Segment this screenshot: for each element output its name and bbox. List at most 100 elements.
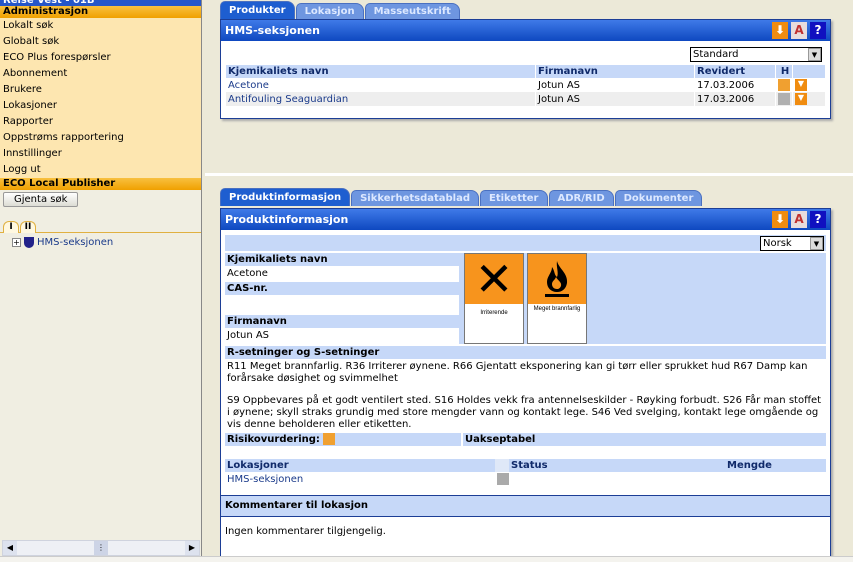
menu-eco-plus[interactable]: ECO Plus forespørsler: [0, 50, 201, 66]
help-icon[interactable]: ?: [810, 22, 826, 39]
risk-indicator: [778, 93, 790, 105]
tab-produktinformasjon[interactable]: Produktinformasjon: [220, 188, 351, 206]
products-table: Kjemikaliets navn Firmanavn Revidert H Acet…: [225, 65, 826, 106]
view-select[interactable]: Standard ▼: [690, 47, 822, 62]
tree-tabs: I II: [0, 221, 201, 233]
scroll-left-icon[interactable]: ◀: [3, 541, 17, 555]
risk-indicator: [323, 433, 336, 445]
tab-sikkerhetsdatablad[interactable]: Sikkerhetsdatablad: [351, 190, 480, 206]
status-bar: [0, 556, 853, 562]
status: [509, 472, 725, 486]
locations-table: Lokasjoner Status Mengde HMS-seksjonen: [225, 459, 826, 486]
table-row[interactable]: Antifouling Seaguardian Jotun AS 17.03.200…: [226, 92, 825, 106]
expand-icon[interactable]: +: [12, 238, 21, 247]
col-revised[interactable]: Revidert: [695, 65, 775, 78]
menu-brukere[interactable]: Brukere: [0, 82, 201, 98]
amount: [725, 472, 826, 486]
language-select[interactable]: Norsk ▼: [760, 235, 824, 251]
view-select-value: Standard: [693, 49, 739, 60]
scroll-right-icon[interactable]: ▶: [185, 541, 199, 555]
admin-menu: Lokalt søk Globalt søk ECO Plus forespør…: [0, 18, 201, 178]
product-name[interactable]: Antifouling Seaguardian: [226, 92, 535, 106]
revised: 17.03.2006: [697, 79, 755, 91]
left-sidebar: Reise Vest - 01B Administrasjon Lokalt s…: [0, 0, 202, 556]
risk-value: Uakseptabel: [463, 433, 826, 446]
tree-item-hms[interactable]: HMS-seksjonen: [37, 237, 113, 248]
symbol-label: Meget brannfarlig: [533, 306, 581, 312]
products-panel: HMS-seksjonen ⬇ A? Standard ▼ Kjemikaliets…: [220, 19, 831, 119]
name-value: Acetone: [227, 268, 268, 279]
shield-icon: [24, 237, 34, 248]
company: Jotun AS: [538, 79, 581, 91]
tab-produkter[interactable]: Produkter: [220, 1, 295, 19]
menu-lokalt-sok[interactable]: Lokalt søk: [0, 18, 201, 34]
product-tabs: Produkter Lokasjon Masseutskrift: [220, 1, 461, 19]
product-info-pane: Produktinformasjon Sikkerhetsdatablad Et…: [205, 182, 853, 558]
menu-abonnement[interactable]: Abonnement: [0, 66, 201, 82]
col-company[interactable]: Firmanavn: [536, 65, 694, 78]
tab-etiketter[interactable]: Etiketter: [480, 190, 548, 206]
revised: 17.03.2006: [695, 92, 775, 106]
dropdown-icon[interactable]: ▼: [795, 93, 807, 105]
col-h: H: [776, 65, 792, 78]
menu-rapporter[interactable]: Rapporter: [0, 114, 201, 130]
col-amount: Mengde: [725, 459, 826, 472]
hazard-symbol-irritant: ✕ Irriterende: [464, 253, 524, 344]
r-phrases: R11 Meget brannfarlig. R36 Irriterer øyn…: [227, 361, 808, 384]
col-name[interactable]: Kjemikaliets navn: [226, 65, 535, 78]
language-value: Norsk: [763, 237, 792, 249]
menu-logg-ut[interactable]: Logg ut: [0, 162, 201, 178]
phrases-label: R-setninger og S-setninger: [225, 346, 826, 359]
scroll-thumb[interactable]: ⋮: [94, 541, 108, 555]
menu-globalt-sok[interactable]: Globalt søk: [0, 34, 201, 50]
repeat-search-button[interactable]: Gjenta søk: [3, 192, 79, 207]
pdf-icon[interactable]: A: [791, 22, 807, 39]
download-icon[interactable]: ⬇: [772, 22, 788, 39]
company-label: Firmanavn: [225, 315, 459, 328]
pdf-icon[interactable]: A: [791, 211, 807, 228]
chevron-down-icon: ▼: [808, 48, 821, 61]
name-label: Kjemikaliets navn: [225, 253, 459, 266]
table-row[interactable]: Acetone Jotun AS 17.03.2006 ▼: [226, 78, 825, 92]
tab-lokasjon[interactable]: Lokasjon: [295, 3, 364, 19]
tree-tab-1[interactable]: I: [3, 221, 19, 233]
tab-masseutskrift[interactable]: Masseutskrift: [364, 3, 460, 19]
col-status: Status: [509, 459, 725, 472]
hazard-symbol-flammable: Meget brannfarlig: [527, 253, 587, 344]
company: Jotun AS: [536, 92, 694, 106]
menu-innstillinger[interactable]: Innstillinger: [0, 146, 201, 162]
panel-title: Produktinformasjon: [225, 213, 349, 226]
menu-oppstroms[interactable]: Oppstrøms rapportering: [0, 130, 201, 146]
panel-title: HMS-seksjonen: [225, 24, 320, 37]
products-pane: Produkter Lokasjon Masseutskrift HMS-sek…: [205, 0, 853, 176]
product-name[interactable]: Acetone: [226, 78, 535, 92]
cas-label: CAS-nr.: [225, 282, 459, 295]
menu-lokasjoner[interactable]: Lokasjoner: [0, 98, 201, 114]
tree-tab-2[interactable]: II: [20, 221, 36, 233]
horizontal-scrollbar[interactable]: ◀ ⋮ ▶: [2, 540, 200, 556]
comments-text: Ingen kommentarer tilgjengelig.: [225, 526, 386, 537]
col-action: [793, 65, 825, 78]
table-row: HMS-seksjonen: [225, 472, 826, 486]
col-indicator: [495, 459, 509, 472]
flame-icon: [528, 254, 586, 304]
risk-indicator: [778, 79, 790, 91]
chevron-down-icon: ▼: [810, 236, 823, 250]
info-panel: Produktinformasjon ⬇ A? Norsk ▼ Kjemikalie…: [220, 208, 831, 558]
col-locations: Lokasjoner: [225, 459, 495, 472]
risk-label: Risikovurdering:: [227, 434, 320, 445]
status-indicator: [497, 473, 509, 485]
location-link[interactable]: HMS-seksjonen: [225, 472, 495, 486]
download-icon[interactable]: ⬇: [772, 211, 788, 228]
comments-label: Kommentarer til lokasjon: [221, 495, 830, 517]
s-phrases: S9 Oppbevares på et godt ventilert sted.…: [227, 395, 822, 430]
tab-dokumenter[interactable]: Dokumenter: [614, 190, 703, 206]
section-administrasjon: Administrasjon: [0, 6, 201, 18]
tab-adr-rid[interactable]: ADR/RID: [548, 190, 614, 206]
section-publisher: ECO Local Publisher: [0, 178, 201, 190]
x-cross-icon: ✕: [465, 254, 523, 304]
dropdown-icon[interactable]: ▼: [795, 79, 807, 91]
cas-value: [225, 295, 459, 315]
company-value: Jotun AS: [227, 330, 270, 341]
help-icon[interactable]: ?: [810, 211, 826, 228]
